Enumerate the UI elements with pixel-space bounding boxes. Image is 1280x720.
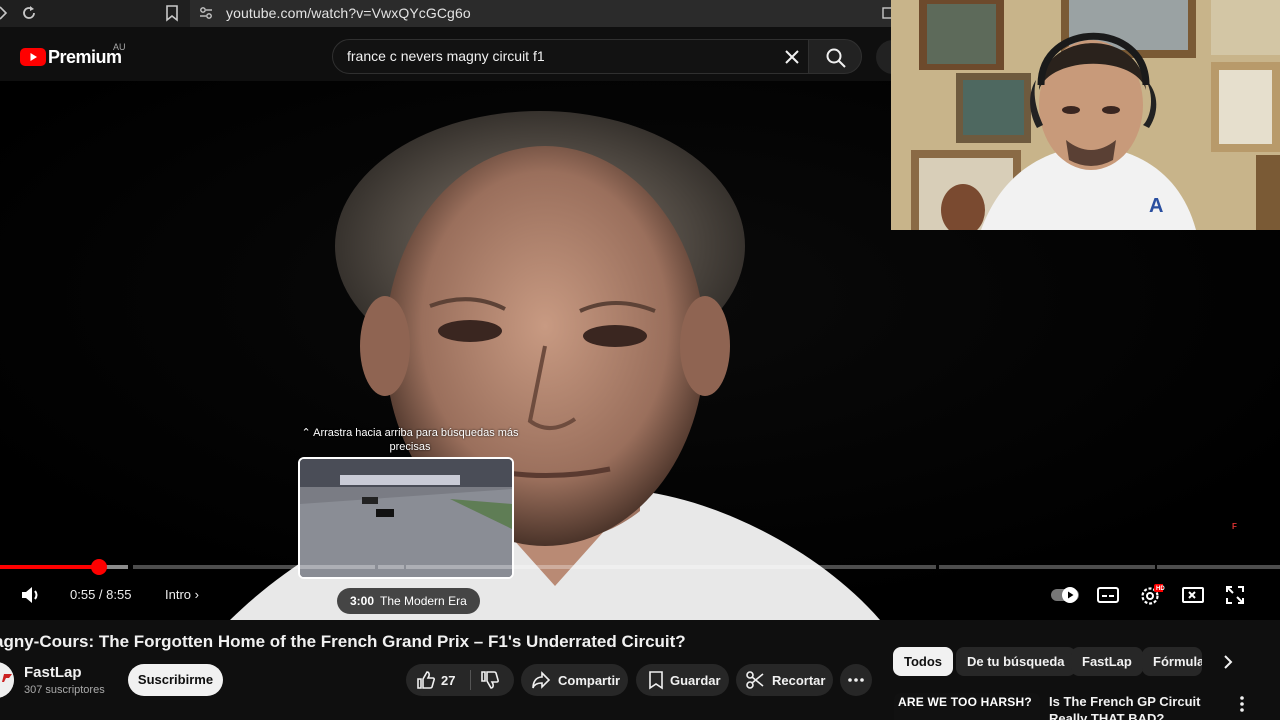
like-icon[interactable] bbox=[416, 670, 436, 690]
youtube-logo-icon[interactable] bbox=[20, 47, 46, 67]
preview-chapter: The Modern Era bbox=[380, 594, 467, 608]
save-label: Guardar bbox=[670, 673, 721, 688]
logo-country: AU bbox=[113, 42, 126, 52]
search-input[interactable]: france c nevers magny circuit f1 bbox=[347, 48, 545, 64]
webcam-image: A bbox=[891, 0, 1280, 230]
like-count[interactable]: 27 bbox=[441, 673, 455, 688]
share-button[interactable]: Compartir bbox=[521, 664, 628, 696]
share-icon bbox=[532, 671, 551, 689]
chevron-right-icon: › bbox=[194, 587, 199, 602]
search-button[interactable] bbox=[808, 39, 862, 74]
current-time: 0:55 bbox=[70, 587, 96, 602]
svg-text:A: A bbox=[1149, 195, 1163, 217]
related-video-thumbnail[interactable]: ARE WE TOO HARSH? bbox=[894, 693, 1040, 720]
chip-fastlap[interactable]: FastLap bbox=[1071, 647, 1143, 676]
subscribe-button[interactable]: Suscribirme bbox=[128, 664, 223, 696]
duration: 8:55 bbox=[106, 587, 132, 602]
chip-formula[interactable]: Fórmula bbox=[1142, 647, 1202, 676]
related-thumb-text: ARE WE TOO HARSH? bbox=[898, 695, 1032, 709]
close-icon[interactable] bbox=[782, 47, 802, 67]
bookmark-icon[interactable] bbox=[163, 4, 181, 22]
chevron-right-icon[interactable] bbox=[1220, 653, 1236, 671]
drag-hint-text: Arrastra hacia arriba para búsquedas más… bbox=[313, 427, 519, 453]
chapter-segment[interactable] bbox=[378, 565, 404, 569]
autoplay-toggle-icon[interactable] bbox=[1051, 586, 1079, 604]
clip-button[interactable]: Recortar bbox=[736, 664, 833, 696]
chapter-segment[interactable] bbox=[1157, 565, 1280, 569]
more-horizontal-icon bbox=[848, 678, 864, 682]
forward-icon[interactable] bbox=[0, 4, 12, 22]
video-title: agny-Cours: The Forgotten Home of the Fr… bbox=[0, 632, 686, 651]
svg-text:F: F bbox=[1232, 522, 1237, 531]
logo-text[interactable]: Premium bbox=[48, 47, 122, 68]
url-text[interactable]: youtube.com/watch?v=VwxQYcGCg6o bbox=[226, 5, 471, 21]
progress-played bbox=[0, 565, 99, 569]
time-display: 0:55 / 8:55 bbox=[70, 587, 131, 602]
chapter-segment[interactable] bbox=[406, 565, 936, 569]
more-actions-button[interactable] bbox=[840, 664, 872, 696]
reload-icon[interactable] bbox=[20, 4, 38, 22]
chapter-button[interactable]: Intro › bbox=[165, 587, 199, 602]
preview-time: 3:00 bbox=[350, 594, 375, 608]
preview-chapter-label: 3:00 The Modern Era bbox=[337, 588, 480, 614]
chevron-up-icon: ⌃ bbox=[301, 427, 314, 439]
seek-preview-thumbnail bbox=[298, 457, 514, 579]
chapter-title: Intro bbox=[165, 587, 192, 602]
time-separator: / bbox=[95, 587, 107, 602]
clip-label: Recortar bbox=[772, 673, 826, 688]
search-icon bbox=[826, 48, 846, 68]
subscriber-count: 307 suscriptores bbox=[24, 684, 105, 696]
drag-hint: ⌃ Arrastra hacia arriba para búsquedas m… bbox=[300, 426, 520, 454]
site-settings-icon[interactable] bbox=[197, 4, 215, 22]
like-divider bbox=[470, 670, 471, 690]
progress-bar[interactable] bbox=[0, 565, 1280, 569]
webcam-overlay: A bbox=[891, 0, 1280, 230]
channel-name[interactable]: FastLap bbox=[24, 664, 82, 681]
share-label: Compartir bbox=[558, 673, 621, 688]
miniplayer-icon[interactable] bbox=[1182, 585, 1204, 605]
chapter-segment[interactable] bbox=[133, 565, 375, 569]
related-video-title[interactable]: Is The French GP Circuit Really THAT BAD… bbox=[1049, 693, 1229, 720]
subtitles-icon[interactable] bbox=[1097, 585, 1119, 605]
like-dislike-group: 27 bbox=[406, 664, 514, 696]
settings-badge: HD bbox=[1156, 586, 1165, 592]
chapter-segment[interactable] bbox=[939, 565, 1155, 569]
avatar[interactable] bbox=[0, 662, 14, 698]
progress-scrubber[interactable] bbox=[91, 559, 107, 575]
page: youtube.com/watch?v=VwxQYcGCg6o Premium … bbox=[0, 0, 1280, 720]
bookmark-icon bbox=[649, 671, 663, 690]
preview-image bbox=[300, 459, 512, 577]
volume-icon[interactable] bbox=[20, 585, 42, 605]
chip-from-search[interactable]: De tu búsqueda bbox=[956, 647, 1076, 676]
chip-todos[interactable]: Todos bbox=[893, 647, 954, 676]
fullscreen-icon[interactable] bbox=[1225, 585, 1245, 605]
dislike-icon[interactable] bbox=[480, 670, 500, 690]
save-button[interactable]: Guardar bbox=[636, 664, 729, 696]
more-vertical-icon[interactable] bbox=[1236, 694, 1248, 714]
scissors-icon bbox=[746, 671, 764, 689]
